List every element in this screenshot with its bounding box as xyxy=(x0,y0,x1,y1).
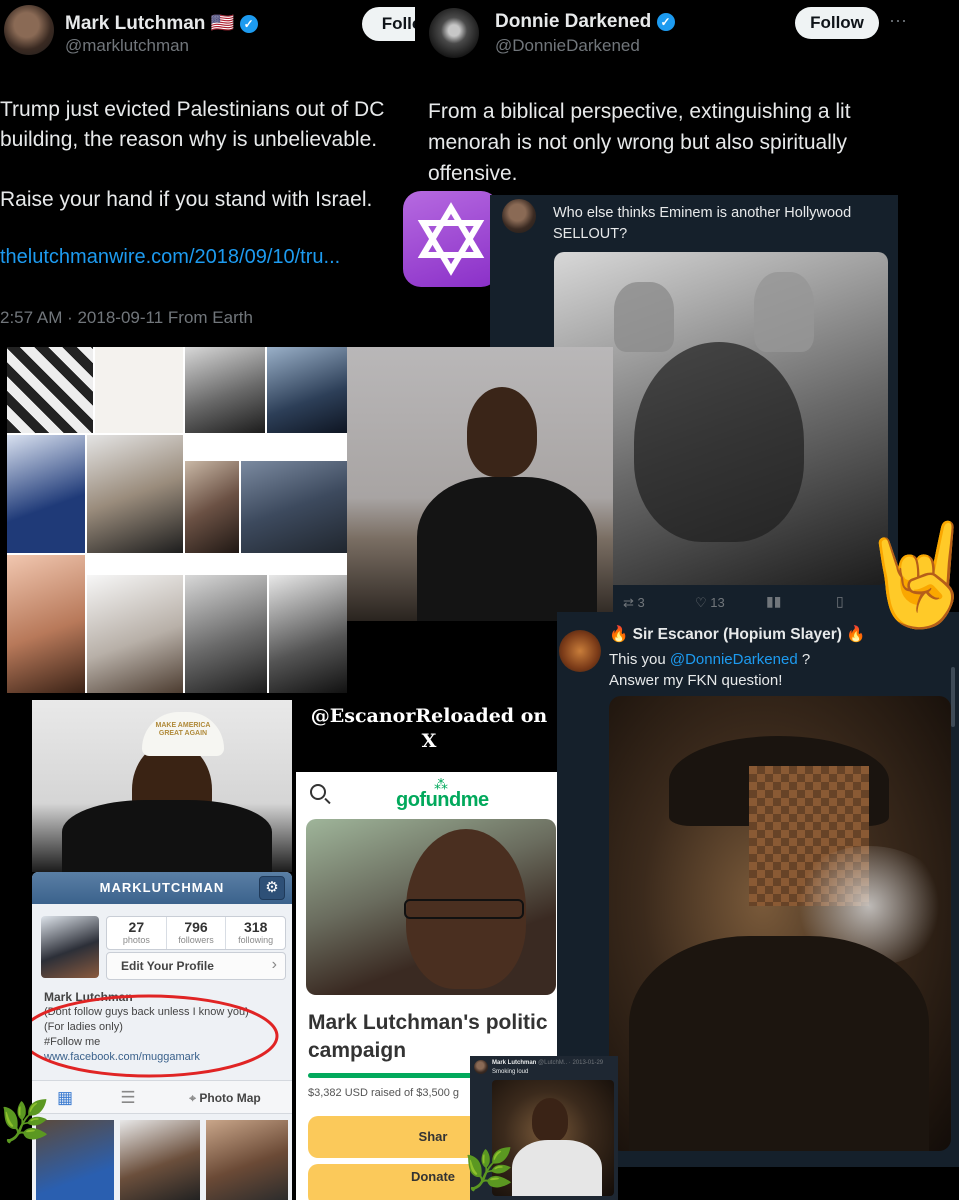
pointing-collage xyxy=(7,347,347,693)
avatar[interactable] xyxy=(474,1060,488,1074)
rock-on-hand-emoji: 🤘 xyxy=(856,519,959,631)
campaign-title-line: Mark Lutchman's politic xyxy=(308,1011,548,1034)
mention-link[interactable]: @DonnieDarkened xyxy=(670,651,798,668)
campaign-photo[interactable] xyxy=(306,819,556,995)
grid-photo[interactable] xyxy=(120,1120,200,1200)
donate-label: Donate xyxy=(410,1169,456,1184)
photo-map-label: Photo Map xyxy=(199,1091,261,1105)
like-count: 13 xyxy=(710,595,725,610)
follow-button[interactable]: Follo xyxy=(362,7,420,41)
tweet-donnie-darkened: Donnie Darkened ✓ @DonnieDarkened Follow… xyxy=(415,0,959,195)
display-name[interactable]: Sir Escanor (Hopium Slayer) xyxy=(633,626,842,643)
mini-text: Smoking loud xyxy=(492,1069,529,1075)
retweet-count: 3 xyxy=(637,595,645,610)
reply-text: Answer my FKN question! xyxy=(609,672,783,689)
tweet-text-line: Trump just evicted Palestinians out of D… xyxy=(0,98,385,121)
scrollbar[interactable] xyxy=(951,667,955,727)
grid-photo[interactable] xyxy=(206,1120,288,1200)
handle[interactable]: @marklutchman xyxy=(65,36,189,56)
tweet-mark-lutchman: Mark Lutchman 🇺🇸 ✓ @marklutchman Follo T… xyxy=(0,0,420,345)
follow-button[interactable]: Follow xyxy=(795,7,879,39)
tweet-text-line: Raise your hand if you stand with Israel… xyxy=(0,188,373,211)
photos-count[interactable]: 27 xyxy=(107,919,166,935)
tweet-text-line: offensive. xyxy=(428,162,518,185)
retweet-icon[interactable]: ⇄ xyxy=(623,595,634,610)
tweet-link[interactable]: thelutchmanwire.com/2018/09/10/tru... xyxy=(0,246,340,269)
views-icon[interactable]: ▮▮ xyxy=(766,593,781,610)
edit-profile-button[interactable]: Edit Your Profile › xyxy=(106,952,286,980)
mini-name[interactable]: Mark Lutchman xyxy=(492,1060,536,1066)
tweet-text-line: building, the reason why is unbelievable… xyxy=(0,128,378,151)
edit-profile-label: Edit Your Profile xyxy=(121,959,214,973)
star-of-david-emoji xyxy=(403,191,499,287)
verified-badge-icon: ✓ xyxy=(239,14,258,33)
avatar[interactable] xyxy=(429,8,479,58)
star-of-david-icon xyxy=(417,202,485,276)
followers-label: followers xyxy=(178,935,214,945)
reply-text: This you xyxy=(609,651,670,668)
map-pin-icon: ⌖ xyxy=(189,1091,197,1105)
cap-text: MAKE AMERICA GREAT AGAIN xyxy=(155,722,211,737)
tweet-text-line: menorah is not only wrong but also spiri… xyxy=(428,131,848,154)
profile-avatar[interactable] xyxy=(41,916,99,978)
pointing-man-photo xyxy=(347,347,613,621)
avatar[interactable] xyxy=(502,199,536,233)
herb-emoji: 🌿 xyxy=(0,1100,50,1144)
avatar[interactable] xyxy=(559,630,601,672)
following-count[interactable]: 318 xyxy=(226,919,285,935)
photos-label: photos xyxy=(122,935,150,945)
tweet-text-line: From a biblical perspective, extinguishi… xyxy=(428,100,851,123)
tweet-timestamp[interactable]: 2:57 AM · 2018-09-11 From Earth xyxy=(0,308,253,328)
watermark-line: @EscanorReloaded on xyxy=(310,705,548,727)
tweet-text-line: Who else thinks Eminem is another Hollyw… xyxy=(553,205,852,221)
maga-cap-photo: MAKE AMERICA GREAT AGAIN xyxy=(32,700,292,872)
reply-text: ? xyxy=(797,651,811,668)
list-view-icon[interactable]: ☰ xyxy=(98,1081,158,1113)
share-label: Shar xyxy=(418,1129,448,1144)
chevron-right-icon: › xyxy=(271,956,277,973)
display-name[interactable]: Mark Lutchman xyxy=(65,13,205,34)
instagram-profile: MARKLUTCHMAN ⚙ 27 photos 796 followers 3… xyxy=(32,872,292,1200)
photo-map-tab[interactable]: ⌖ Photo Map xyxy=(158,1081,292,1113)
instagram-username: MARKLUTCHMAN xyxy=(99,880,225,895)
display-name[interactable]: Donnie Darkened xyxy=(495,11,651,32)
pixelated-smoking-photo[interactable] xyxy=(609,696,951,1151)
watermark-line: X xyxy=(421,730,437,752)
herb-emoji: 🌿 xyxy=(464,1148,514,1192)
flag-icon: 🇺🇸 xyxy=(210,13,235,34)
more-options-icon[interactable]: ··· xyxy=(889,10,907,31)
like-icon[interactable]: ♡ xyxy=(695,595,707,610)
tweet-text-line: SELLOUT? xyxy=(553,226,628,242)
handle[interactable]: @DonnieDarkened xyxy=(495,36,640,56)
search-icon[interactable] xyxy=(310,784,326,800)
fire-icon: 🔥 xyxy=(609,626,629,643)
avatar[interactable] xyxy=(4,5,54,55)
settings-gear-icon[interactable]: ⚙ xyxy=(259,876,285,900)
verified-badge-icon: ✓ xyxy=(656,12,675,31)
following-label: following xyxy=(238,935,274,945)
red-circle-annotation xyxy=(32,994,279,1078)
mini-handle: @LutchM.. · 2013-01-29 xyxy=(538,1060,604,1066)
sunburst-icon: ⁂ xyxy=(434,776,448,792)
followers-count[interactable]: 796 xyxy=(167,919,226,935)
raised-text: $3,382 USD raised of $3,500 g xyxy=(308,1087,460,1099)
bookmark-icon[interactable]: ▯ xyxy=(836,593,844,610)
